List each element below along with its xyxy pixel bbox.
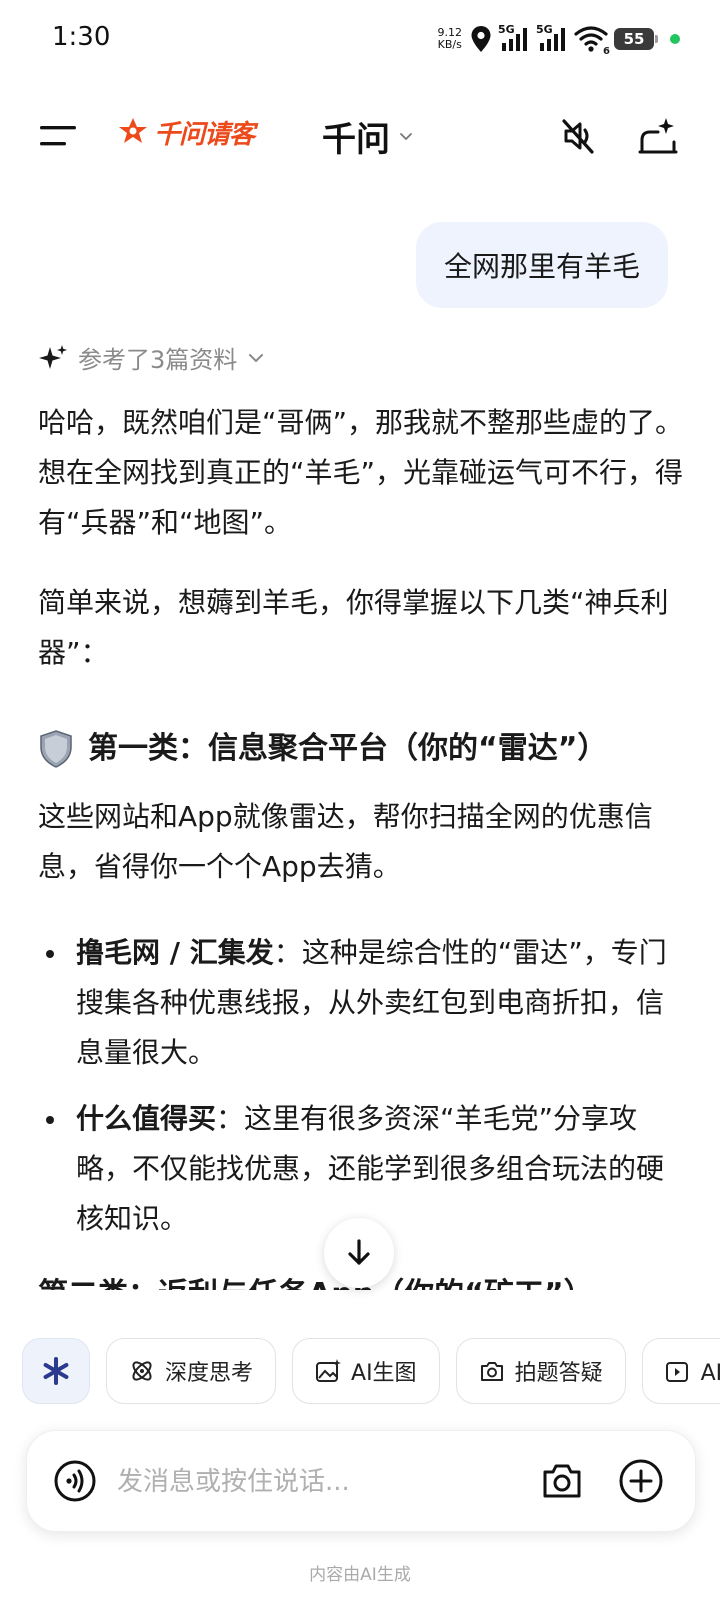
list-item: 撸毛网 / 汇集发：这种是综合性的“雷达”，专门搜集各种优惠线报，从外卖红包到电… [38,928,688,1078]
new-chat-icon[interactable] [636,114,680,158]
asterisk-logo-icon [43,1357,69,1385]
response-paragraph: 简单来说，想薅到羊毛，你得掌握以下几类“神兵利器”： [38,586,669,669]
wifi-indicator: 6 [574,25,610,57]
status-bar: 1:30 9.12 KB/s 5G 5G 6 55 [0,0,720,80]
list-item-bold: 撸毛网 / 汇集发 [76,936,274,969]
cell-signal-1: 5G [498,23,530,53]
list-item-bold: 什么值得买 [76,1102,217,1135]
chevron-down-icon [249,353,264,362]
assistant-mode-button[interactable] [22,1338,90,1404]
status-time: 1:30 [52,22,111,52]
section-heading: 第一类：信息聚合平台（你的“雷达”） [38,724,688,774]
response-paragraph: 这些网站和App就像雷达，帮你扫描全网的优惠信息，省得你一个个App去猜。 [38,800,653,883]
tool-deep-think-button[interactable]: 深度思考 [106,1338,277,1404]
add-attachment-icon[interactable] [617,1457,665,1505]
cell-signal-2: 5G [536,23,568,53]
signal-bars-icon [502,28,527,51]
tool-ai-image-button[interactable]: AI生图 [292,1338,440,1404]
page-title: 千问 [322,120,390,160]
bullet-list: 撸毛网 / 汇集发：这种是综合性的“雷达”，专门搜集各种优惠线报，从外卖红包到电… [38,928,688,1244]
brand-name: 千问请客 [154,120,255,150]
signal-bars-icon [540,28,565,51]
assistant-response: 哈哈，既然咱们是“哥俩”，那我就不整那些虚的了。想在全网找到真正的“羊毛”，光靠… [38,398,688,1260]
tool-photo-question-button[interactable]: 拍题答疑 [455,1338,626,1404]
message-input[interactable] [115,1455,509,1509]
user-message-text: 全网那里有羊毛 [443,250,640,283]
battery-indicator: 55 [614,28,658,50]
message-composer [26,1430,696,1532]
arrow-down-icon [348,1239,370,1265]
shield-icon [40,730,72,768]
references-label: 参考了3篇资料 [78,346,238,374]
tool-label: AI生图 [351,1361,417,1386]
tool-label: 深度思考 [165,1361,254,1386]
section-heading-text: 第一类：信息聚合平台（你的“雷达”） [88,731,608,766]
tool-ai-video-button[interactable]: AI视频 [641,1338,720,1404]
brand-promo-button[interactable]: 千问请客 [116,114,255,151]
sparkle-icon [39,344,67,369]
voice-input-icon[interactable] [53,1459,97,1503]
ai-disclaimer: 内容由AI生成 [309,1565,411,1585]
image-sparkle-icon [316,1359,342,1382]
atom-icon [132,1361,152,1381]
references-toggle[interactable]: 参考了3篇资料 [38,340,265,375]
tool-label: AI视频 [700,1361,720,1386]
privacy-indicator-dot [670,34,680,44]
chevron-down-icon [400,132,412,140]
location-icon [471,26,491,52]
scroll-to-bottom-button[interactable] [324,1218,394,1288]
mute-speaker-icon[interactable] [558,116,598,156]
video-icon [665,1362,688,1382]
camera-question-icon [480,1362,503,1381]
top-app-bar: 千问请客 千问 [0,96,720,176]
tools-row: 深度思考 AI生图 拍题答疑 AI视频 [22,1338,720,1406]
model-selector[interactable]: 千问 [322,112,414,161]
response-paragraph: 哈哈，既然咱们是“哥俩”，那我就不整那些虚的了。想在全网找到真正的“羊毛”，光靠… [38,406,684,539]
menu-icon[interactable] [38,120,80,152]
tool-label: 拍题答疑 [514,1361,603,1386]
user-message-bubble: 全网那里有羊毛 [415,222,668,308]
network-speed: 9.12 KB/s [437,26,463,51]
status-indicators: 9.12 KB/s 5G 5G 6 55 [437,22,680,57]
brand-logo-icon [119,117,147,143]
camera-icon[interactable] [541,1461,583,1501]
